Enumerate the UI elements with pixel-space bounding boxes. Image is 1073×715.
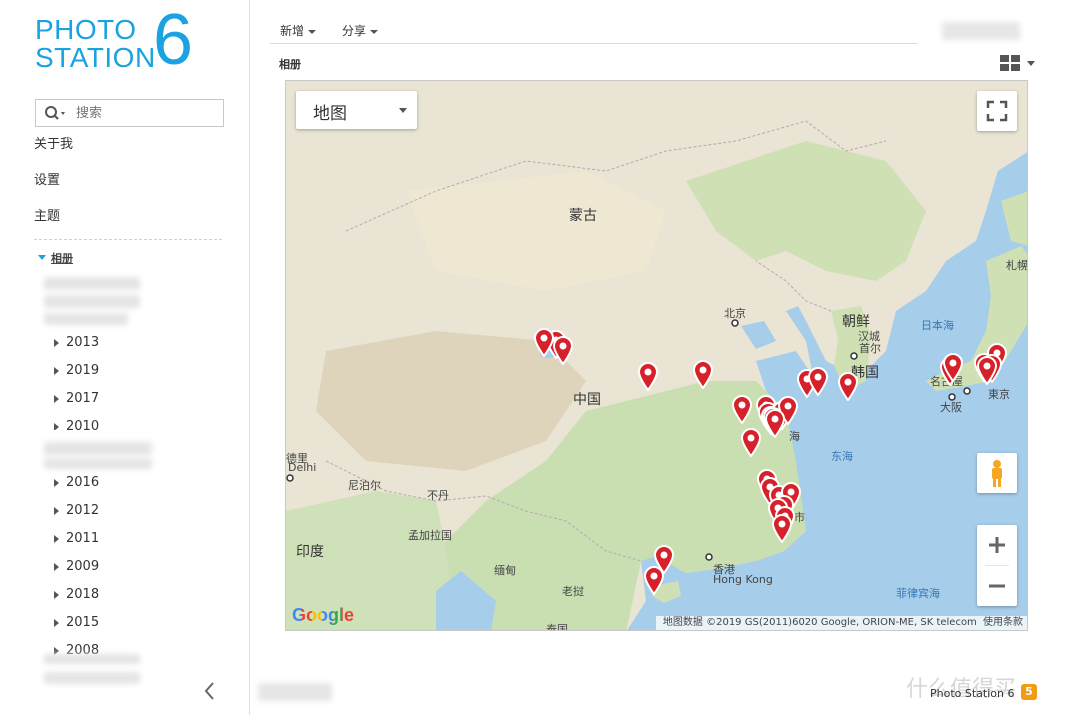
year-label: 2012 <box>66 503 100 518</box>
footer-badge: 5 <box>1021 684 1037 700</box>
photo-pin-icon[interactable] <box>740 427 762 458</box>
year-label: 2010 <box>66 419 100 430</box>
year-label: 2009 <box>66 559 100 574</box>
albums-tree-label: 相册 <box>51 252 73 265</box>
caret-right-icon <box>54 590 59 599</box>
year-label: 2011 <box>66 531 100 546</box>
expand-down-icon <box>38 254 46 260</box>
street-view-pegman-icon[interactable] <box>977 453 1017 493</box>
year-label: 2017 <box>66 391 100 406</box>
caret-right-icon <box>54 366 59 375</box>
album-year-2015[interactable]: 2015 <box>54 615 99 630</box>
logo-line2: STATION <box>35 42 156 73</box>
blurred-album-item <box>44 277 140 290</box>
photo-pin-icon[interactable] <box>637 361 659 392</box>
attribution-text: 地图数据 ©2019 GS(2011)6020 Google, ORION-ME… <box>662 617 977 628</box>
collapse-sidebar-chevron-left-icon[interactable] <box>200 680 220 702</box>
dropdown-arrow-icon <box>370 29 379 34</box>
nav-settings[interactable]: 设置 <box>34 169 60 188</box>
photo-pin-icon[interactable] <box>643 565 665 596</box>
album-year-2009[interactable]: 2009 <box>54 559 99 574</box>
year-label: 2019 <box>66 363 100 378</box>
album-map[interactable]: 蒙古 北京 朝鲜 汉城 首尔 韩国 日本海 札幌 名古屋 大阪 東京 中国 东海… <box>285 80 1028 631</box>
albums-tree-header[interactable]: 相册 <box>38 250 73 265</box>
sidebar-divider <box>34 239 222 240</box>
album-year-2018[interactable]: 2018 <box>54 587 99 602</box>
photo-pin-icon[interactable] <box>764 408 786 439</box>
nav-about[interactable]: 关于我 <box>34 133 73 152</box>
photo-pin-icon[interactable] <box>692 359 714 390</box>
blurred-album-item <box>44 672 140 684</box>
photo-pin-icon[interactable] <box>837 371 859 402</box>
view-mode-grid-icon[interactable] <box>999 54 1039 72</box>
search-box[interactable] <box>35 99 224 127</box>
caret-right-icon <box>54 394 59 403</box>
album-year-2017[interactable]: 2017 <box>54 391 99 406</box>
blurred-album-item <box>44 313 128 325</box>
blurred-footer-text <box>258 683 332 701</box>
photo-station-logo[interactable]: PHOTO STATION 6 <box>35 4 215 78</box>
year-label: 2015 <box>66 615 100 630</box>
search-icon[interactable] <box>43 104 67 124</box>
search-input[interactable] <box>76 104 216 122</box>
photo-pin-icon[interactable] <box>731 394 753 425</box>
google-logo[interactable]: Google <box>292 605 354 626</box>
new-button[interactable]: 新增 <box>280 22 317 39</box>
google-logo-text: Google <box>292 605 354 625</box>
share-button[interactable]: 分享 <box>342 22 379 39</box>
album-year-2016[interactable]: 2016 <box>54 475 99 490</box>
caret-right-icon <box>54 422 59 430</box>
zoom-in-icon[interactable] <box>977 525 1017 565</box>
blurred-album-item <box>44 442 152 455</box>
blurred-album-item <box>44 654 140 664</box>
album-year-2019[interactable]: 2019 <box>54 363 99 378</box>
toolbar: 新增 分享 <box>270 18 918 44</box>
new-button-label: 新增 <box>280 24 305 38</box>
album-year-2011[interactable]: 2011 <box>54 531 99 546</box>
album-year-2010[interactable]: 2010 <box>54 419 99 430</box>
photo-pin-icon[interactable] <box>807 366 829 397</box>
section-title: 相册 <box>279 58 301 71</box>
caret-right-icon <box>54 562 59 571</box>
album-year-2012[interactable]: 2012 <box>54 503 99 518</box>
fullscreen-icon[interactable] <box>977 91 1017 131</box>
nav-theme[interactable]: 主题 <box>34 205 60 224</box>
photo-pin-icon[interactable] <box>771 513 793 544</box>
map-type-select[interactable]: 地图 <box>296 91 417 129</box>
year-label: 2016 <box>66 475 100 490</box>
caret-right-icon <box>54 506 59 515</box>
caret-right-icon <box>54 338 59 347</box>
terms-link[interactable]: 使用条款 <box>983 617 1023 628</box>
dropdown-arrow-icon <box>399 108 407 113</box>
photo-pin-icon[interactable] <box>552 335 574 366</box>
blurred-user-name[interactable] <box>942 22 1020 40</box>
logo-number: 6 <box>153 0 194 80</box>
footer-brand: Photo Station 6 <box>930 687 1015 700</box>
photo-pin-icon[interactable] <box>942 352 964 383</box>
photo-pin-icon[interactable] <box>976 355 998 386</box>
year-label: 2013 <box>66 335 100 350</box>
share-button-label: 分享 <box>342 24 367 38</box>
sidebar: PHOTO STATION 6 关于我 设置 主题 相册 2013 2019 <box>0 0 250 715</box>
dropdown-arrow-icon <box>308 29 317 34</box>
map-attribution: 地图数据 ©2019 GS(2011)6020 Google, ORION-ME… <box>655 616 1027 630</box>
zoom-controls <box>977 525 1017 606</box>
photo-station-app: PHOTO STATION 6 关于我 设置 主题 相册 2013 2019 <box>0 0 1073 715</box>
blurred-album-item <box>44 295 140 308</box>
caret-right-icon <box>54 534 59 543</box>
year-label: 2018 <box>66 587 100 602</box>
map-type-label: 地图 <box>313 104 347 124</box>
album-year-2013[interactable]: 2013 <box>54 335 99 350</box>
zoom-out-icon[interactable] <box>977 566 1017 606</box>
blurred-album-item <box>44 458 152 469</box>
caret-right-icon <box>54 618 59 627</box>
caret-right-icon <box>54 478 59 487</box>
